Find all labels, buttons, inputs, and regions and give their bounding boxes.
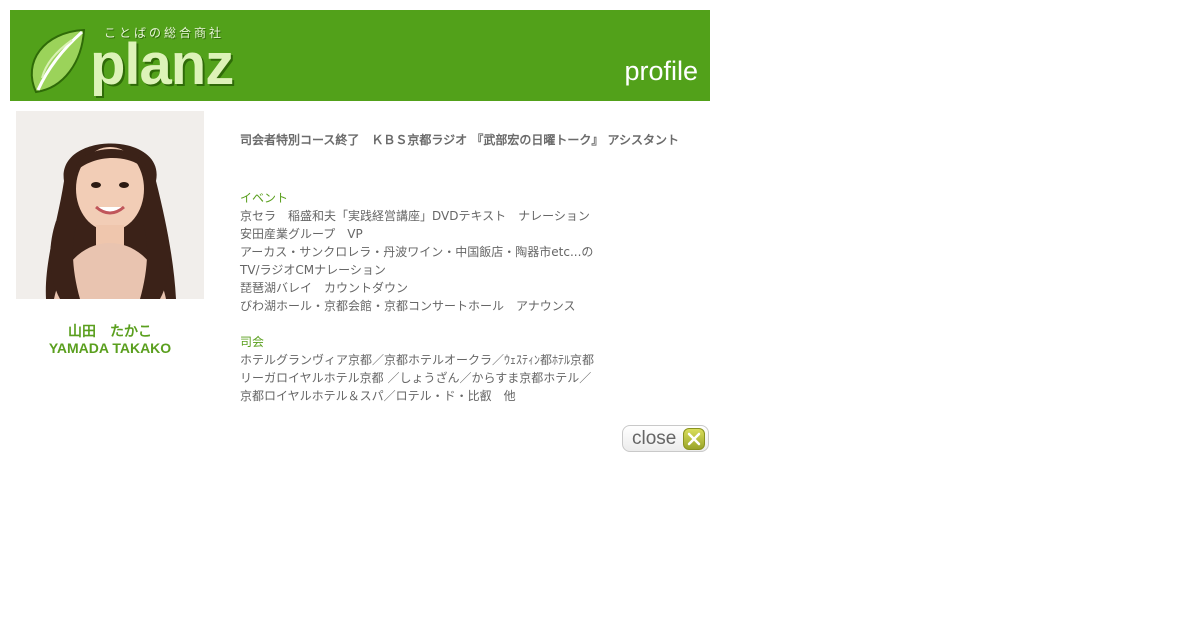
section-events: イベント 京セラ 稲盛和夫「実践経営講座」DVDテキスト ナレーション 安田産業…: [240, 189, 710, 315]
event-line: 安田産業グループ VP: [240, 227, 363, 241]
close-button[interactable]: close: [622, 425, 709, 452]
mc-line: リーガロイヤルホテル京都 ／しょうざん／からすま京都ホテル／: [240, 371, 592, 385]
event-line: 京セラ 稲盛和夫「実践経営講座」DVDテキスト ナレーション: [240, 209, 590, 223]
profile-content: 司会者特別コース終了 ＫＢＳ京都ラジオ 『武部宏の日曜トーク』 アシスタント イ…: [240, 131, 710, 403]
name-japanese: 山田 たかこ: [68, 324, 152, 340]
event-line: びわ湖ホール・京都会館・京都コンサートホール アナウンス: [240, 299, 576, 313]
header-banner: ことばの総合商社 planz profile: [10, 10, 710, 101]
mc-line: 京都ロイヤルホテル＆スパ／ロテル・ド・比叡 他: [240, 389, 516, 403]
event-line: アーカス・サンクロレラ・丹波ワイン・中国飯店・陶器市etc...の: [240, 245, 594, 259]
section-title-mc: 司会: [240, 335, 265, 349]
logo-brand-text: planz: [90, 32, 234, 97]
close-icon: [683, 428, 705, 450]
section-mc: 司会 ホテルグランヴィア京都／京都ホテルオークラ／ｳｪｽﾃｨﾝ都ﾎﾃﾙ京都 リー…: [240, 333, 710, 405]
page-label: profile: [624, 56, 698, 86]
leaf-icon: [30, 28, 86, 94]
planz-logo[interactable]: ことばの総合商社 planz: [24, 20, 244, 100]
close-button-label: close: [632, 428, 677, 449]
profile-photo: [16, 111, 204, 299]
event-line: 琵琶湖バレイ カウントダウン: [240, 281, 409, 295]
name-english: YAMADA TAKAKO: [48, 340, 172, 356]
profile-headline: 司会者特別コース終了 ＫＢＳ京都ラジオ 『武部宏の日曜トーク』 アシスタント: [240, 133, 680, 147]
event-line: TV/ラジオCMナレーション: [240, 263, 386, 277]
mc-line: ホテルグランヴィア京都／京都ホテルオークラ／ｳｪｽﾃｨﾝ都ﾎﾃﾙ京都: [240, 353, 595, 367]
section-title-events: イベント: [240, 191, 289, 205]
